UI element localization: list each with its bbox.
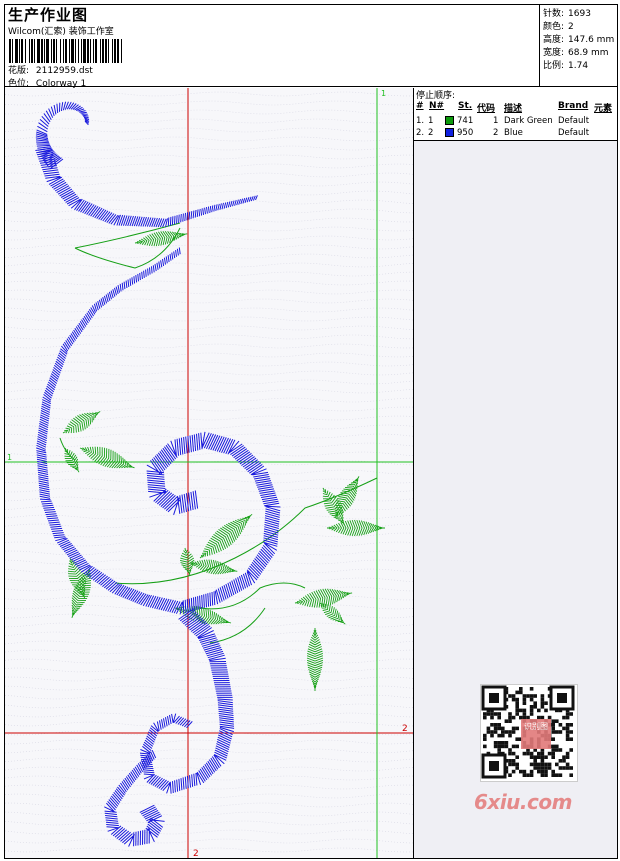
watermark-text: 6xiu.com [474, 790, 572, 814]
col-header-st: St. [458, 101, 473, 111]
stop-sequence-table: 停止顺序: # N# St. 代码 描述 Brand 元素 1. 1 741 1… [414, 88, 617, 141]
qr-code: 识别图 [480, 684, 578, 782]
design-canvas[interactable]: 1 1 2 2 [5, 88, 414, 858]
stat-stitches: 针数: 1693 [543, 9, 591, 19]
color-swatch [445, 128, 454, 137]
guide-red-v-label: 2 [193, 849, 199, 858]
guide-green-h-label: 1 [7, 453, 12, 462]
header-panel: 生产作业图 Wilcom(汇索) 装饰工作室 花版: 2112959.dst 色… [5, 5, 540, 89]
embroidery-artwork: 1 1 2 2 [5, 88, 413, 858]
design-file-label: 花版: [8, 66, 30, 76]
col-header-index: # [416, 101, 424, 111]
stop-sequence-label: 停止顺序: [416, 91, 456, 101]
stat-width: 宽度: 68.9 mm [543, 48, 609, 58]
barcode [9, 39, 122, 63]
design-file-value: 2112959.dst [35, 66, 93, 76]
watermark-seal: 识别图 [521, 719, 551, 749]
stat-colors: 颜色: 2 [543, 22, 574, 32]
design-file-row: 花版: 2112959.dst [8, 63, 93, 76]
studio-name: Wilcom(汇索) 装饰工作室 [8, 27, 114, 37]
col-header-n: N# [429, 101, 445, 111]
stat-height: 高度: 147.6 mm [543, 35, 615, 45]
stat-scale: 比例: 1.74 [543, 61, 589, 71]
col-header-element: 元素 [594, 104, 613, 114]
color-swatch [445, 116, 454, 125]
col-header-brand: Brand [558, 101, 589, 111]
stats-panel: 针数: 1693 颜色: 2 高度: 147.6 mm 宽度: 68.9 mm 比例: 1… [540, 5, 617, 87]
guide-green-v-label: 1 [381, 89, 386, 98]
col-header-desc: 描述 [504, 104, 523, 114]
col-header-code: 代码 [477, 104, 496, 114]
page-title: 生产作业图 [8, 6, 89, 24]
watermark: 识别图 6xiu.com [472, 680, 588, 820]
guide-red-h-label: 2 [402, 724, 408, 734]
